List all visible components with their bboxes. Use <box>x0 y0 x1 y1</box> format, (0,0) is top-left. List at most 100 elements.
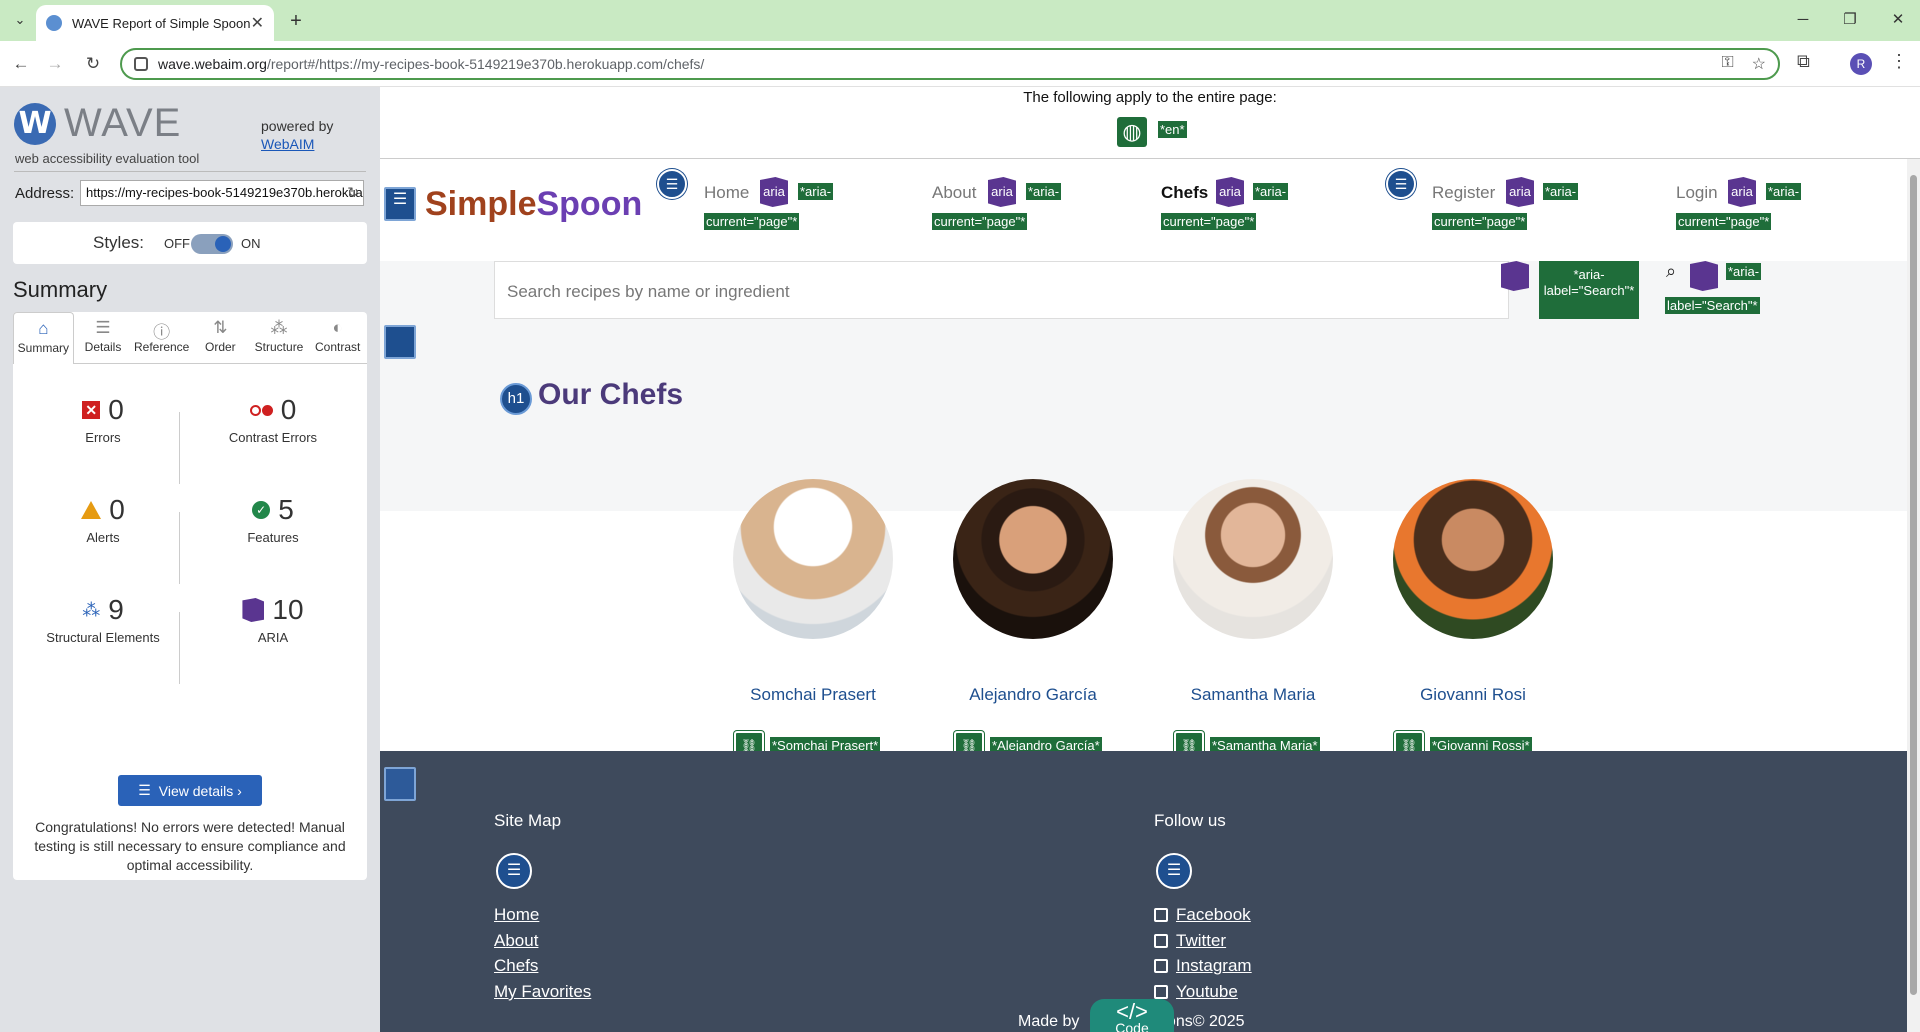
tab-label: Structure <box>254 340 304 354</box>
bookmark-star-icon[interactable]: ☆ <box>1752 54 1766 74</box>
forward-arrow-icon[interactable]: → <box>42 51 68 77</box>
nav-chefs[interactable]: Chefs <box>1161 183 1208 203</box>
site-info-icon[interactable] <box>134 57 148 71</box>
alerts-stat[interactable]: 0 Alerts <box>23 494 183 545</box>
aria-icon[interactable]: aria <box>760 177 788 207</box>
nav-home[interactable]: Home <box>704 183 749 203</box>
view-details-button[interactable]: ☰ View details › <box>118 775 262 806</box>
footer-link-favorites[interactable]: My Favorites <box>494 982 591 1002</box>
browser-tab[interactable]: WAVE Report of Simple Spoon ✕ <box>36 5 274 41</box>
structure-icon: ⁂ <box>82 599 101 620</box>
address-label: Address: <box>15 185 75 202</box>
tab-order[interactable]: ⇅ Order <box>191 312 250 364</box>
scrollbar-thumb[interactable] <box>1910 175 1917 995</box>
instagram-item: Instagram <box>1154 956 1252 976</box>
aria-icon <box>242 598 265 622</box>
tab-label: Reference <box>133 340 190 354</box>
page-title: Our Chefs <box>538 378 684 411</box>
aria-label-tag-icon[interactable] <box>1690 261 1718 291</box>
instagram-link[interactable]: Instagram <box>1176 956 1252 975</box>
search-aria-label: *aria- label="Search"* <box>1539 261 1639 319</box>
search-input[interactable]: Search recipes by name or ingredient <box>494 261 1509 319</box>
tab-search-chevron-icon[interactable]: ⌄ <box>8 8 32 32</box>
structural-stat[interactable]: ⁂ 9 Structural Elements <box>23 594 183 645</box>
tab-reference[interactable]: ⓘ Reference <box>132 312 192 364</box>
aria-icon[interactable]: aria <box>1216 177 1244 207</box>
footer-link-chefs[interactable]: Chefs <box>494 956 538 976</box>
sitemap-heading: Site Map <box>494 811 562 830</box>
wave-subtitle: web accessibility evaluation tool <box>15 151 200 166</box>
brand-spoon: Spoon <box>536 185 643 223</box>
footer-landmark-icon[interactable] <box>384 767 416 801</box>
errors-stat[interactable]: ✕ 0 Errors <box>23 394 183 445</box>
search-magnifier-icon[interactable]: ⌕ <box>1666 261 1676 282</box>
chef-photo <box>1173 479 1333 639</box>
structure-icon: ⁂ <box>270 318 288 337</box>
header-landmark-icon[interactable]: ☰ <box>384 187 416 221</box>
reload-icon[interactable]: ↻ <box>80 51 106 77</box>
aria-current-tag: current="page"* <box>932 213 1028 230</box>
search-aria-text: label="Search"* <box>1543 283 1635 298</box>
site-header: ☰ SimpleSpoon ☰ Home aria *aria- current… <box>380 159 1907 261</box>
language-tag: *en* <box>1158 121 1187 138</box>
nav-about[interactable]: About <box>932 183 976 203</box>
aria-icon[interactable]: aria <box>988 177 1016 207</box>
chef-link[interactable]: Samantha Maria <box>1168 685 1338 705</box>
aria-icon[interactable]: aria <box>1728 177 1756 207</box>
h1-badge-icon[interactable]: h1 <box>500 383 532 415</box>
tab-summary[interactable]: ⌂ Summary <box>13 312 74 364</box>
chef-link[interactable]: Alejandro García <box>948 685 1118 705</box>
chef-link[interactable]: Giovanni Rosi <box>1388 685 1558 705</box>
list-icon: ☰ <box>138 782 151 798</box>
features-stat[interactable]: ✓ 5 Features <box>193 494 353 545</box>
facebook-icon <box>1154 908 1168 922</box>
new-tab-plus-icon[interactable]: + <box>282 8 310 34</box>
tab-details[interactable]: ☰ Details <box>73 312 133 364</box>
brand-logo[interactable]: SimpleSpoon <box>425 185 642 224</box>
chef-link[interactable]: Somchai Prasert <box>728 685 898 705</box>
nav-login[interactable]: Login <box>1676 183 1718 203</box>
code-icon: </> <box>1116 999 1148 1024</box>
back-arrow-icon[interactable]: ← <box>8 51 34 77</box>
twitter-link[interactable]: Twitter <box>1176 931 1226 950</box>
close-window-icon[interactable]: ✕ <box>1883 8 1913 32</box>
aria-label-tag-icon[interactable] <box>1501 261 1529 291</box>
refresh-icon[interactable]: ↻ <box>347 184 359 201</box>
browser-toolbar: ← → ↻ wave.webaim.org/report#/https://my… <box>0 41 1920 87</box>
list-icon[interactable]: ☰ <box>1386 169 1416 199</box>
alerts-count: 0 <box>109 494 125 525</box>
webaim-link[interactable]: WebAIM <box>261 136 314 152</box>
aria-icon[interactable]: aria <box>1506 177 1534 207</box>
main-landmark-icon[interactable] <box>384 325 416 359</box>
browser-menu-icon[interactable]: ⋮ <box>1890 51 1908 72</box>
nav-register[interactable]: Register <box>1432 183 1495 203</box>
close-tab-icon[interactable]: ✕ <box>251 13 264 33</box>
twitter-item: Twitter <box>1154 931 1226 951</box>
code-button[interactable]: </> Code <box>1090 999 1174 1032</box>
list-icon[interactable]: ☰ <box>496 853 532 889</box>
styles-toggle[interactable] <box>191 234 233 254</box>
footer-link-about[interactable]: About <box>494 931 538 951</box>
chef-card: ⛓ *Somchai Prasert* Somchai Prasert <box>728 479 898 761</box>
facebook-link[interactable]: Facebook <box>1176 905 1251 924</box>
language-globe-icon[interactable]: ◍ <box>1117 117 1147 147</box>
profile-avatar[interactable]: R <box>1850 53 1872 75</box>
evaluated-page: The following apply to the entire page: … <box>380 87 1920 1032</box>
contrast-stat[interactable]: 0 Contrast Errors <box>193 394 353 445</box>
minimize-icon[interactable]: ─ <box>1788 8 1818 32</box>
password-key-icon[interactable]: ⚿ <box>1721 54 1733 74</box>
wave-address-input[interactable]: https://my-recipes-book-5149219e370b.her… <box>80 180 364 206</box>
address-bar[interactable]: wave.webaim.org/report#/https://my-recip… <box>120 48 1780 80</box>
youtube-link[interactable]: Youtube <box>1176 982 1238 1001</box>
list-icon[interactable]: ☰ <box>657 169 687 199</box>
footer-link-home[interactable]: Home <box>494 905 539 925</box>
tab-structure[interactable]: ⁂ Structure <box>249 312 309 364</box>
restore-icon[interactable]: ❐ <box>1835 8 1865 32</box>
extensions-puzzle-icon[interactable]: ⧉ <box>1797 51 1810 72</box>
aria-current-tag: *aria- <box>1766 183 1802 200</box>
wave-sidebar: W WAVE web accessibility evaluation tool… <box>0 87 380 1032</box>
page-scrollbar[interactable] <box>1907 159 1920 1032</box>
list-icon[interactable]: ☰ <box>1156 853 1192 889</box>
aria-stat[interactable]: 10 ARIA <box>193 594 353 645</box>
tab-contrast[interactable]: ◐ Contrast <box>308 312 368 364</box>
